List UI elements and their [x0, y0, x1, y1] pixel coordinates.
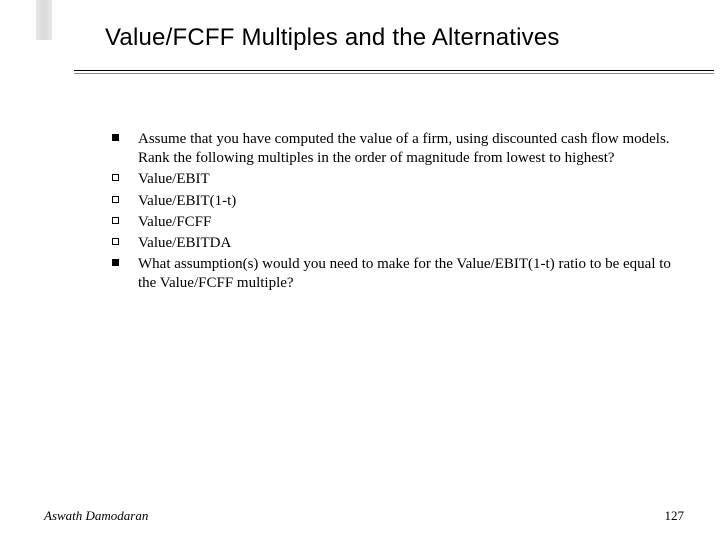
content-block: Assume that you have computed the value …	[112, 130, 672, 296]
list-item: What assumption(s) would you need to mak…	[112, 255, 672, 293]
footer-page-number: 127	[665, 508, 685, 524]
list-item: Value/EBITDA	[112, 234, 672, 253]
list-item-text: Assume that you have computed the value …	[138, 130, 672, 168]
list-item: Value/EBIT	[112, 170, 672, 189]
bullet-filled-icon	[112, 255, 138, 293]
list-item: Value/FCFF	[112, 213, 672, 232]
title-rule-shadow	[74, 73, 714, 74]
list-item-text: Value/EBIT	[138, 170, 672, 189]
list-item-text: Value/EBIT(1-t)	[138, 192, 672, 211]
bullet-open-icon	[112, 213, 138, 232]
bullet-filled-icon	[112, 130, 138, 168]
bullet-open-icon	[112, 234, 138, 253]
side-accent	[36, 0, 52, 40]
bullet-open-icon	[112, 170, 138, 189]
slide: Value/FCFF Multiples and the Alternative…	[0, 0, 720, 540]
title-rule	[74, 70, 714, 71]
list-item-text: What assumption(s) would you need to mak…	[138, 255, 672, 293]
footer-author: Aswath Damodaran	[44, 508, 148, 524]
slide-title: Value/FCFF Multiples and the Alternative…	[105, 24, 560, 52]
list-item-text: Value/FCFF	[138, 213, 672, 232]
list-item: Value/EBIT(1-t)	[112, 192, 672, 211]
list-item-text: Value/EBITDA	[138, 234, 672, 253]
bullet-open-icon	[112, 192, 138, 211]
list-item: Assume that you have computed the value …	[112, 130, 672, 168]
